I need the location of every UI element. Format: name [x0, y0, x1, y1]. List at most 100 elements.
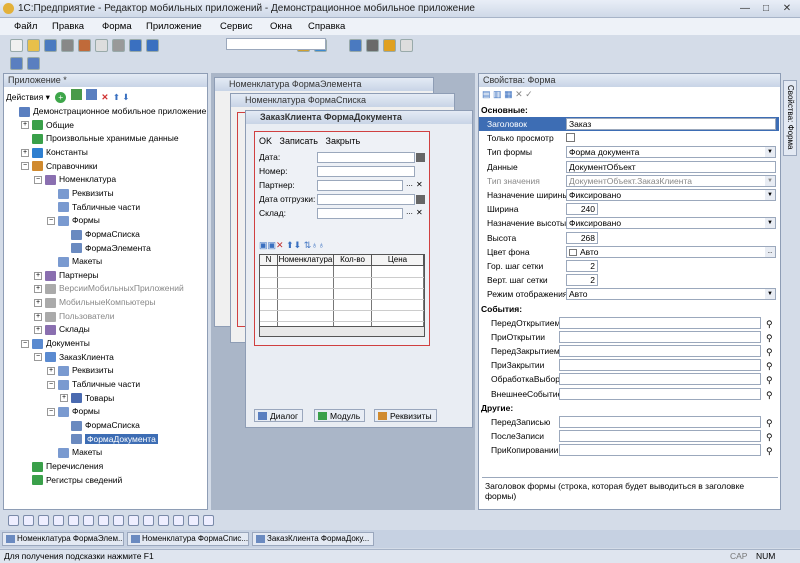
find-icon[interactable]: ♁: [311, 240, 318, 250]
table-scrollbar[interactable]: [260, 326, 424, 336]
table-row[interactable]: [260, 288, 424, 289]
chevron-down-icon[interactable]: ▼: [765, 218, 775, 229]
clear-icon[interactable]: ✕: [416, 208, 423, 217]
tree-item[interactable]: + МобильныеКомпьютеры: [34, 296, 156, 309]
minimize-button[interactable]: —: [735, 2, 755, 16]
table-column-header[interactable]: Кол-во: [334, 255, 372, 266]
tree-item[interactable]: Демонстрационное мобильное приложение: [8, 105, 206, 118]
event-handler-field[interactable]: [559, 359, 761, 372]
maximize-button[interactable]: □: [756, 2, 776, 16]
form-element-icon-2[interactable]: [38, 515, 49, 526]
expand-icon[interactable]: +: [34, 285, 42, 294]
goods-table[interactable]: N Номенклатура Кол-во Цена: [259, 254, 425, 337]
form-tab-1[interactable]: Модуль: [314, 409, 366, 422]
expand-icon[interactable]: −: [47, 380, 55, 389]
section-events[interactable]: События:: [481, 304, 522, 314]
tree-item[interactable]: Макеты: [47, 446, 102, 459]
tree-item[interactable]: ФормаЭлемента: [60, 242, 151, 255]
form-element-icon-6[interactable]: [98, 515, 109, 526]
redo-icon[interactable]: [129, 39, 142, 52]
chevron-down-icon[interactable]: ▼: [765, 175, 775, 186]
menu-item-3[interactable]: Приложение: [146, 21, 202, 32]
event-handler-field[interactable]: [559, 387, 761, 400]
tree-item[interactable]: ФормаДокумента: [60, 433, 158, 446]
tree-item[interactable]: Реквизиты: [47, 187, 114, 200]
event-row[interactable]: ПриОткрытии ⚲: [479, 330, 779, 344]
sort-alpha-icon[interactable]: ▥: [493, 89, 502, 99]
window-list-icon[interactable]: [10, 57, 23, 70]
menu-item-5[interactable]: Окна: [270, 21, 292, 32]
menu-item-0[interactable]: Файл: [14, 21, 37, 32]
form-element-icon-12[interactable]: [188, 515, 199, 526]
property-value[interactable]: 2: [566, 260, 598, 272]
event-handler-field[interactable]: [559, 316, 761, 329]
tree-item[interactable]: − Справочники: [21, 160, 98, 173]
toolbar-combo[interactable]: [226, 38, 326, 50]
select-button[interactable]: ...: [404, 208, 415, 219]
property-value[interactable]: Фиксировано ▼: [566, 217, 776, 230]
table-row[interactable]: [260, 277, 424, 278]
form-field-input[interactable]: [317, 180, 403, 191]
chevron-down-icon[interactable]: ▾: [46, 92, 50, 102]
check-icon[interactable]: ✓: [525, 89, 533, 99]
table-row[interactable]: [260, 321, 424, 322]
write-button[interactable]: Записать: [280, 136, 318, 146]
property-value[interactable]: 2: [566, 274, 598, 287]
form-element-icon-8[interactable]: [128, 515, 139, 526]
categorize-icon[interactable]: ▤: [482, 89, 491, 99]
form-field-input[interactable]: [317, 152, 415, 163]
form-element-icon-0[interactable]: [8, 515, 19, 526]
edit-icon[interactable]: [86, 89, 98, 100]
tree-item[interactable]: ФормаСписка: [60, 228, 140, 241]
property-value[interactable]: ДокументОбъект: [566, 160, 776, 173]
tree-item[interactable]: − Табличные части: [47, 378, 140, 391]
debug-icon[interactable]: [366, 39, 379, 52]
menu-item-2[interactable]: Форма: [102, 21, 132, 32]
property-row[interactable]: Тип значения ДокументОбъект.ЗаказКлиента ▼: [479, 174, 779, 188]
tree-item[interactable]: Перечисления: [21, 460, 103, 473]
form-field-input[interactable]: [317, 166, 415, 177]
chevron-down-icon[interactable]: ▼: [765, 289, 775, 300]
tree-item[interactable]: + Пользователи: [34, 310, 114, 323]
expand-icon[interactable]: −: [21, 162, 29, 171]
property-row[interactable]: Верт. шаг сетки 2: [479, 273, 779, 287]
cut-icon[interactable]: [61, 39, 74, 52]
select-button[interactable]: ...: [404, 180, 415, 191]
property-value[interactable]: Форма документа ▼: [566, 146, 776, 159]
event-row[interactable]: ПередОткрытием ⚲: [479, 316, 779, 330]
taskbar-window-0[interactable]: Номенклатура ФормаЭлем...: [2, 532, 124, 546]
cancel-icon[interactable]: ✕: [515, 89, 523, 99]
section-other[interactable]: Другие:: [481, 403, 513, 413]
form-field-input[interactable]: [317, 194, 415, 205]
delete-row-icon[interactable]: ✕: [276, 240, 284, 250]
menu-item-6[interactable]: Справка: [308, 21, 345, 32]
form-element-icon-3[interactable]: [53, 515, 64, 526]
close-form-button[interactable]: Закрыть: [326, 136, 361, 146]
section-main[interactable]: Основные:: [481, 105, 528, 115]
table-column-header[interactable]: N: [260, 255, 278, 266]
property-value[interactable]: Авто ▼: [566, 288, 776, 301]
tree-item[interactable]: − Формы: [47, 214, 100, 227]
event-handler-field[interactable]: [559, 330, 761, 343]
event-handler-field[interactable]: [559, 373, 761, 386]
event-row[interactable]: ПриЗакрытии ⚲: [479, 358, 779, 372]
select-button[interactable]: ...: [765, 246, 775, 257]
actions-menu[interactable]: Действия: [6, 92, 43, 102]
tree-item[interactable]: + Реквизиты: [47, 364, 114, 377]
taskbar-window-1[interactable]: Номенклатура ФормаСпис...: [127, 532, 249, 546]
form-element-icon-11[interactable]: [173, 515, 184, 526]
find-icon[interactable]: [146, 39, 159, 52]
event-handler-field[interactable]: [559, 345, 761, 357]
find-next-icon[interactable]: ♁: [318, 240, 325, 250]
event-handler-field[interactable]: [559, 444, 761, 457]
undo-icon[interactable]: [112, 39, 125, 52]
expand-icon[interactable]: −: [34, 353, 42, 362]
property-row[interactable]: Тип формы Форма документа ▼: [479, 145, 779, 159]
table-row[interactable]: [260, 299, 424, 300]
tree-item[interactable]: + Партнеры: [34, 269, 99, 282]
item-form-title[interactable]: Номенклатура ФормаЭлемента: [215, 78, 433, 91]
table-column-header[interactable]: Цена: [372, 255, 424, 266]
property-row[interactable]: Режим отображения Авто ▼: [479, 287, 779, 301]
ok-button[interactable]: OK: [259, 136, 272, 146]
tree-item[interactable]: − Номенклатура: [34, 173, 116, 186]
